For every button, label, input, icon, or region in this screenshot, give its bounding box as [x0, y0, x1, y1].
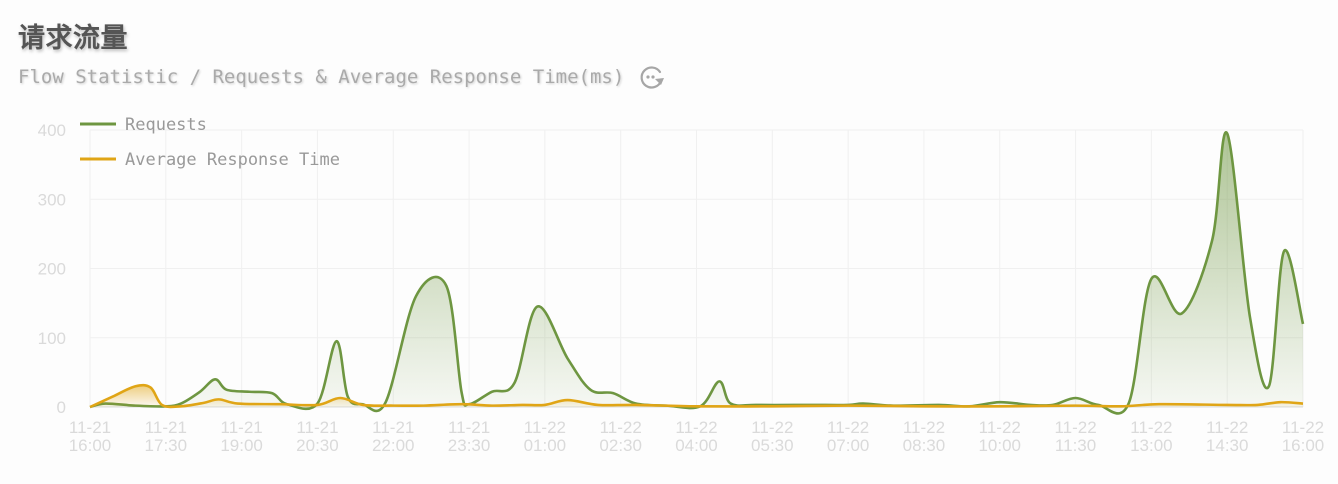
x-tick-label: 11-22 13:00	[1130, 418, 1173, 455]
x-tick-label: 11-22 02:30	[599, 418, 642, 455]
x-tick-label: 11-22 07:00	[827, 418, 870, 455]
flow-chart: 0 100 200 300 400 11-21 16:00 11-21 17:30 11-21 19…	[38, 115, 1325, 455]
x-tick-label: 11-22 05:30	[751, 418, 794, 455]
y-tick-label: 100	[38, 329, 66, 348]
x-tick-label: 11-21 23:30	[448, 418, 491, 455]
y-tick-label: 200	[38, 260, 66, 279]
x-tick-label: 11-22 11:30	[1054, 418, 1096, 455]
x-tick-label: 11-22 16:00	[1282, 418, 1325, 455]
x-tick-label: 11-22 14:30	[1206, 418, 1249, 455]
x-tick-label: 11-21 16:00	[69, 418, 112, 455]
x-tick-label: 11-21 17:30	[145, 418, 188, 455]
legend-item-requests[interactable]: Requests	[80, 115, 207, 135]
x-tick-label: 11-22 08:30	[903, 418, 946, 455]
x-tick-label: 11-21 22:00	[372, 418, 415, 455]
y-tick-label: 300	[38, 190, 66, 209]
legend-item-average-response-time[interactable]: Average Response Time	[80, 150, 340, 170]
y-tick-label: 0	[57, 398, 66, 417]
x-tick-label: 11-21 20:30	[296, 418, 339, 455]
y-tick-label: 400	[38, 121, 66, 140]
x-tick-label: 11-22 04:00	[675, 418, 718, 455]
legend-label: Average Response Time	[125, 150, 340, 170]
x-tick-label: 11-21 19:00	[220, 418, 263, 455]
x-tick-label: 11-22 10:00	[978, 418, 1021, 455]
legend-label: Requests	[125, 115, 207, 135]
x-tick-label: 11-22 01:00	[524, 418, 567, 455]
